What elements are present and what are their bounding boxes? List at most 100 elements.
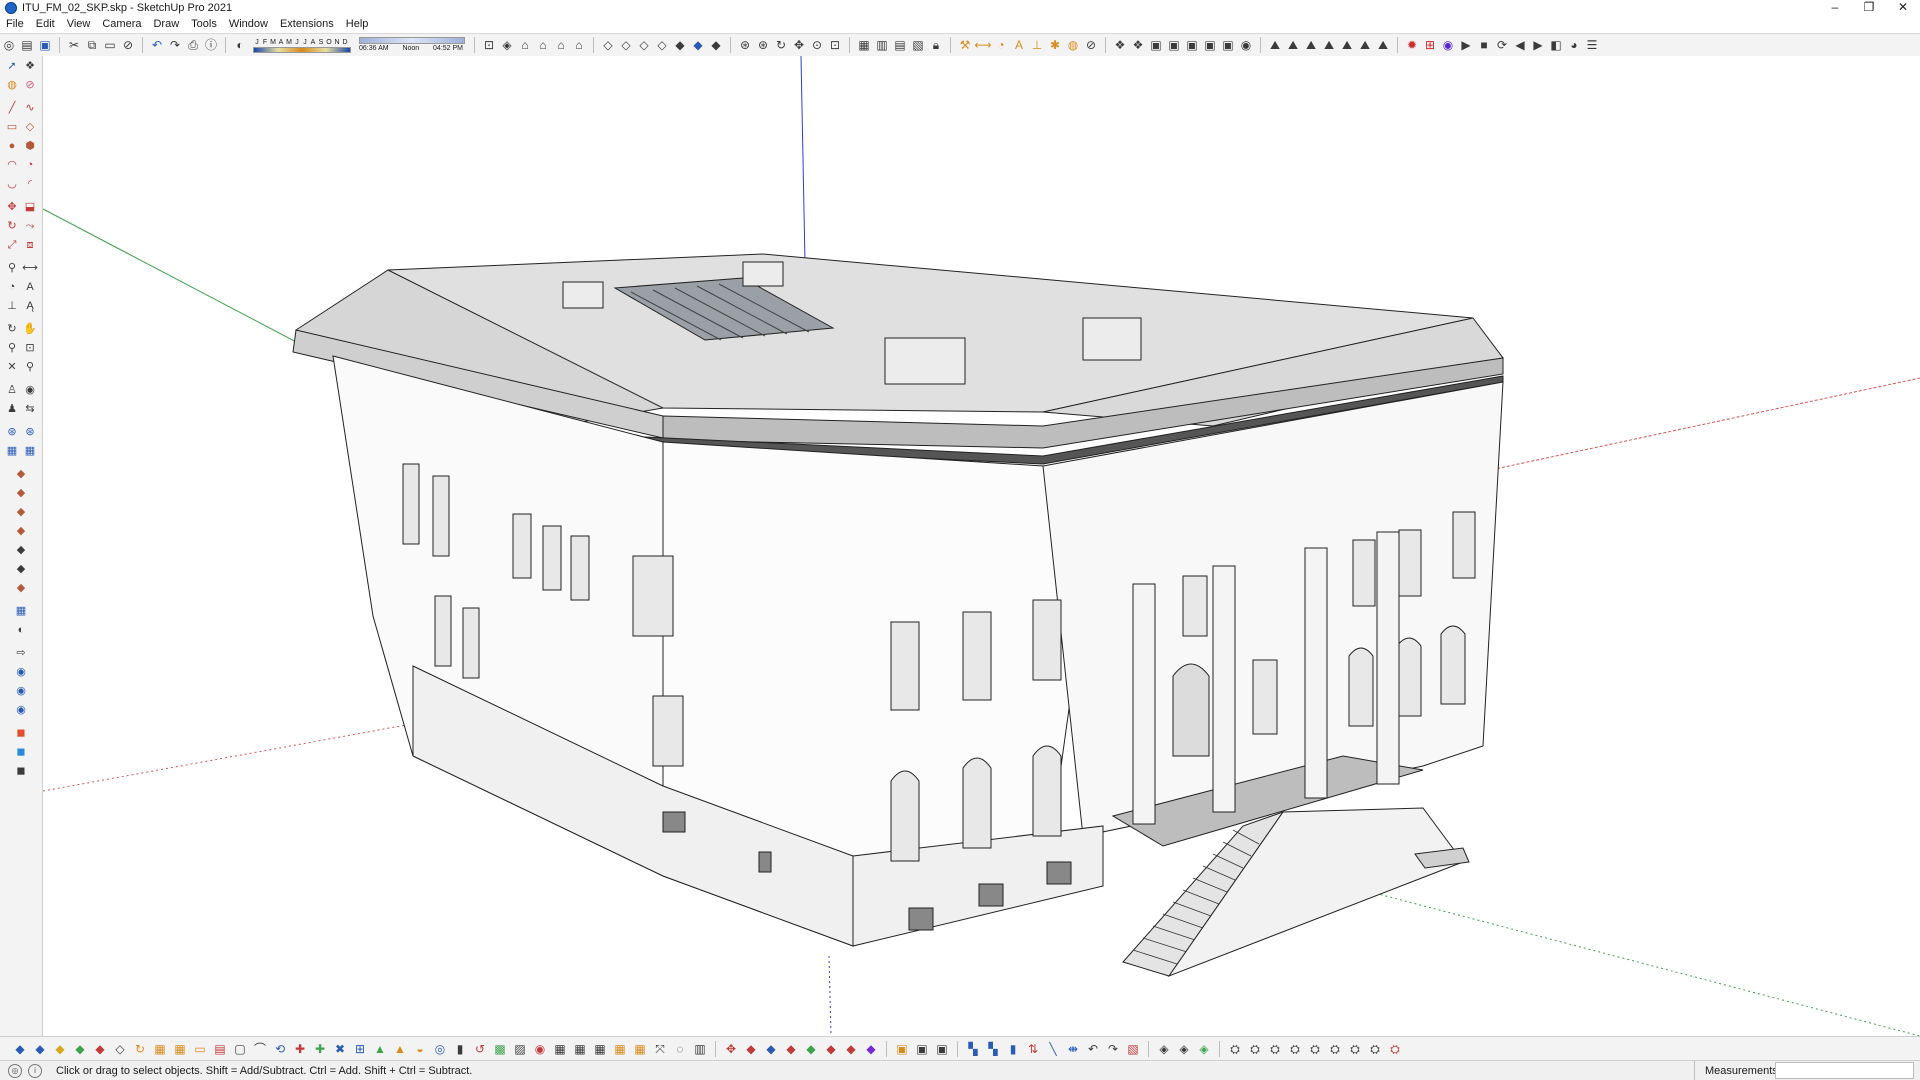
menu-draw[interactable]: Draw [147,16,185,32]
arc2-tool-icon[interactable]: ◡ [4,176,20,192]
ext-tool-24-icon[interactable]: ↺ [472,1041,488,1057]
menu-tools[interactable]: Tools [185,16,223,32]
shaded-icon[interactable]: ◆ [672,37,688,53]
ext-tool-55-icon[interactable]: ▧ [1125,1041,1141,1057]
ext-tool-21-icon[interactable]: ◒ [412,1041,428,1057]
extension-grid-icon[interactable]: ⊞ [1422,37,1438,53]
rectangle-tool-icon[interactable]: ▭ [4,119,20,135]
ext-tool-50-icon[interactable]: ⇅ [1025,1041,1041,1057]
previous-view-icon[interactable]: ⚲ [22,359,38,375]
polygon-tool-icon[interactable]: ⬢ [22,138,38,154]
text-tool-icon[interactable]: A [1011,37,1027,53]
ext-tool-64-icon[interactable]: ⛭ [1327,1041,1343,1057]
dimensions-icon[interactable]: ⟷ [22,260,38,276]
arc3-tool-icon[interactable]: ◜ [22,176,38,192]
ext-tool-48-icon[interactable]: ▚ [985,1041,1001,1057]
add-detail-icon[interactable]: ⛰ [1357,37,1373,53]
iso-view-icon[interactable]: ◈ [499,37,515,53]
protractor-tool-icon[interactable]: ◔ [4,279,20,295]
paint-bucket-icon[interactable]: ◍ [1065,37,1081,53]
zoom-extents-tool-icon[interactable]: ✕ [4,359,20,375]
section-fill-icon[interactable]: ▧ [910,37,926,53]
ext-tool-60-icon[interactable]: ⛭ [1247,1041,1263,1057]
arc-tool-icon[interactable]: ◠ [4,157,20,173]
ext-tool-26-icon[interactable]: ▨ [512,1041,528,1057]
paste-icon[interactable]: ▭ [102,37,118,53]
ext-tool-27-icon[interactable]: ◉ [532,1041,548,1057]
ext-tool-23-icon[interactable]: ▮ [452,1041,468,1057]
section-plane-icon[interactable]: ▥ [874,37,890,53]
ext-tool-4-icon[interactable]: ◆ [72,1041,88,1057]
box-red-icon[interactable]: ◼ [13,725,29,741]
text-label-icon[interactable]: A [22,279,38,295]
menu-view[interactable]: View [61,16,97,32]
close-icon[interactable]: ✕ [1886,0,1920,16]
extension-red-icon[interactable]: ✹ [1404,37,1420,53]
ext-tool-53-icon[interactable]: ↶ [1085,1041,1101,1057]
ext-tool-17-icon[interactable]: ✖ [332,1041,348,1057]
ext-tool-56-icon[interactable]: ◈ [1156,1041,1172,1057]
zoom-window-icon[interactable]: ⊡ [827,37,843,53]
look-around-icon[interactable]: ◉ [22,382,38,398]
scale-tool-icon[interactable]: ⤢ [4,237,20,253]
ext-tool-62-icon[interactable]: ⛭ [1287,1041,1303,1057]
ext-tool-59-icon[interactable]: ⛭ [1227,1041,1243,1057]
model-canvas[interactable] [43,56,1920,1036]
eraser-icon[interactable]: ⊘ [1083,37,1099,53]
drape-icon[interactable]: ⛰ [1339,37,1355,53]
box-grey-icon[interactable]: ◼ [13,763,29,779]
top-view-icon[interactable]: ⌂ [517,37,533,53]
erase-icon[interactable]: ⊘ [120,37,136,53]
select-tool-icon[interactable]: ➚ [4,58,20,74]
ext-tool-54-icon[interactable]: ↷ [1105,1041,1121,1057]
flip-edge-icon[interactable]: ⛰ [1375,37,1391,53]
globe-c-icon[interactable]: ◉ [13,702,29,718]
component-icon[interactable]: ❖ [22,58,38,74]
ext-tool-11-icon[interactable]: ▤ [212,1041,228,1057]
extension-warehouse-icon[interactable]: ⊛ [22,424,38,440]
menu-camera[interactable]: Camera [96,16,147,32]
ext-tool-66-icon[interactable]: ⛭ [1367,1041,1383,1057]
restore-icon[interactable]: ❐ [1852,0,1886,16]
redo-icon[interactable]: ↷ [167,37,183,53]
sandbox-tool-c-icon[interactable]: ◆ [13,504,29,520]
ext-tool-51-icon[interactable]: ╲ [1045,1041,1061,1057]
offset-tool-icon[interactable]: ⧈ [22,237,38,253]
ext-tool-18-icon[interactable]: ⊞ [352,1041,368,1057]
play-icon[interactable]: ▶ [1458,37,1474,53]
move-arrow-icon[interactable]: ⇨ [13,645,29,661]
shaded-textures-icon[interactable]: ◆ [690,37,706,53]
3d-text-tool-icon[interactable]: Ą [22,298,38,314]
time-bar[interactable] [359,37,465,44]
ext-tool-5-icon[interactable]: ◆ [92,1041,108,1057]
ext-tool-31-icon[interactable]: ▦ [612,1041,628,1057]
ext-tool-7-icon[interactable]: ↻ [132,1041,148,1057]
ext-tool-25-icon[interactable]: ▩ [492,1041,508,1057]
solid-split-icon[interactable]: ▣ [1220,37,1236,53]
ext-tool-35-icon[interactable]: ▥ [692,1041,708,1057]
freehand-icon[interactable]: ∿ [22,100,38,116]
ext-tool-22-icon[interactable]: ◎ [432,1041,448,1057]
layout-icon[interactable]: ▦ [4,443,20,459]
front-view-icon[interactable]: ⌂ [535,37,551,53]
menu-window[interactable]: Window [223,16,274,32]
ext-tool-1-icon[interactable]: ◆ [12,1041,28,1057]
move-tool-icon[interactable]: ✥ [4,199,20,215]
axes-tool-icon[interactable]: ⊥ [1029,37,1045,53]
follow-me-icon[interactable]: ⤳ [22,218,38,234]
components-icon[interactable]: ❖ [1112,37,1128,53]
ext-tool-9-icon[interactable]: ▦ [172,1041,188,1057]
pie-tool-icon[interactable]: ◔ [22,157,38,173]
rotate-tool-icon[interactable]: ↻ [4,218,20,234]
refresh-icon[interactable]: ⟳ [1494,37,1510,53]
menu-extensions[interactable]: Extensions [274,16,340,32]
line-tool-icon[interactable]: ╱ [4,100,20,116]
shadow-date-slider[interactable]: J F M A M J J A S O N D [253,38,351,53]
paint-icon[interactable]: ◍ [4,77,20,93]
ext-tool-32-icon[interactable]: ▦ [632,1041,648,1057]
stamp-icon[interactable]: ⛰ [1321,37,1337,53]
sandbox-contours-icon[interactable]: ⛰ [1285,37,1301,53]
layer-tool-a-icon[interactable]: ▦ [13,603,29,619]
ext-tool-28-icon[interactable]: ▦ [552,1041,568,1057]
shadow-time-slider[interactable]: 06:36 AM Noon 04:52 PM [359,37,465,53]
